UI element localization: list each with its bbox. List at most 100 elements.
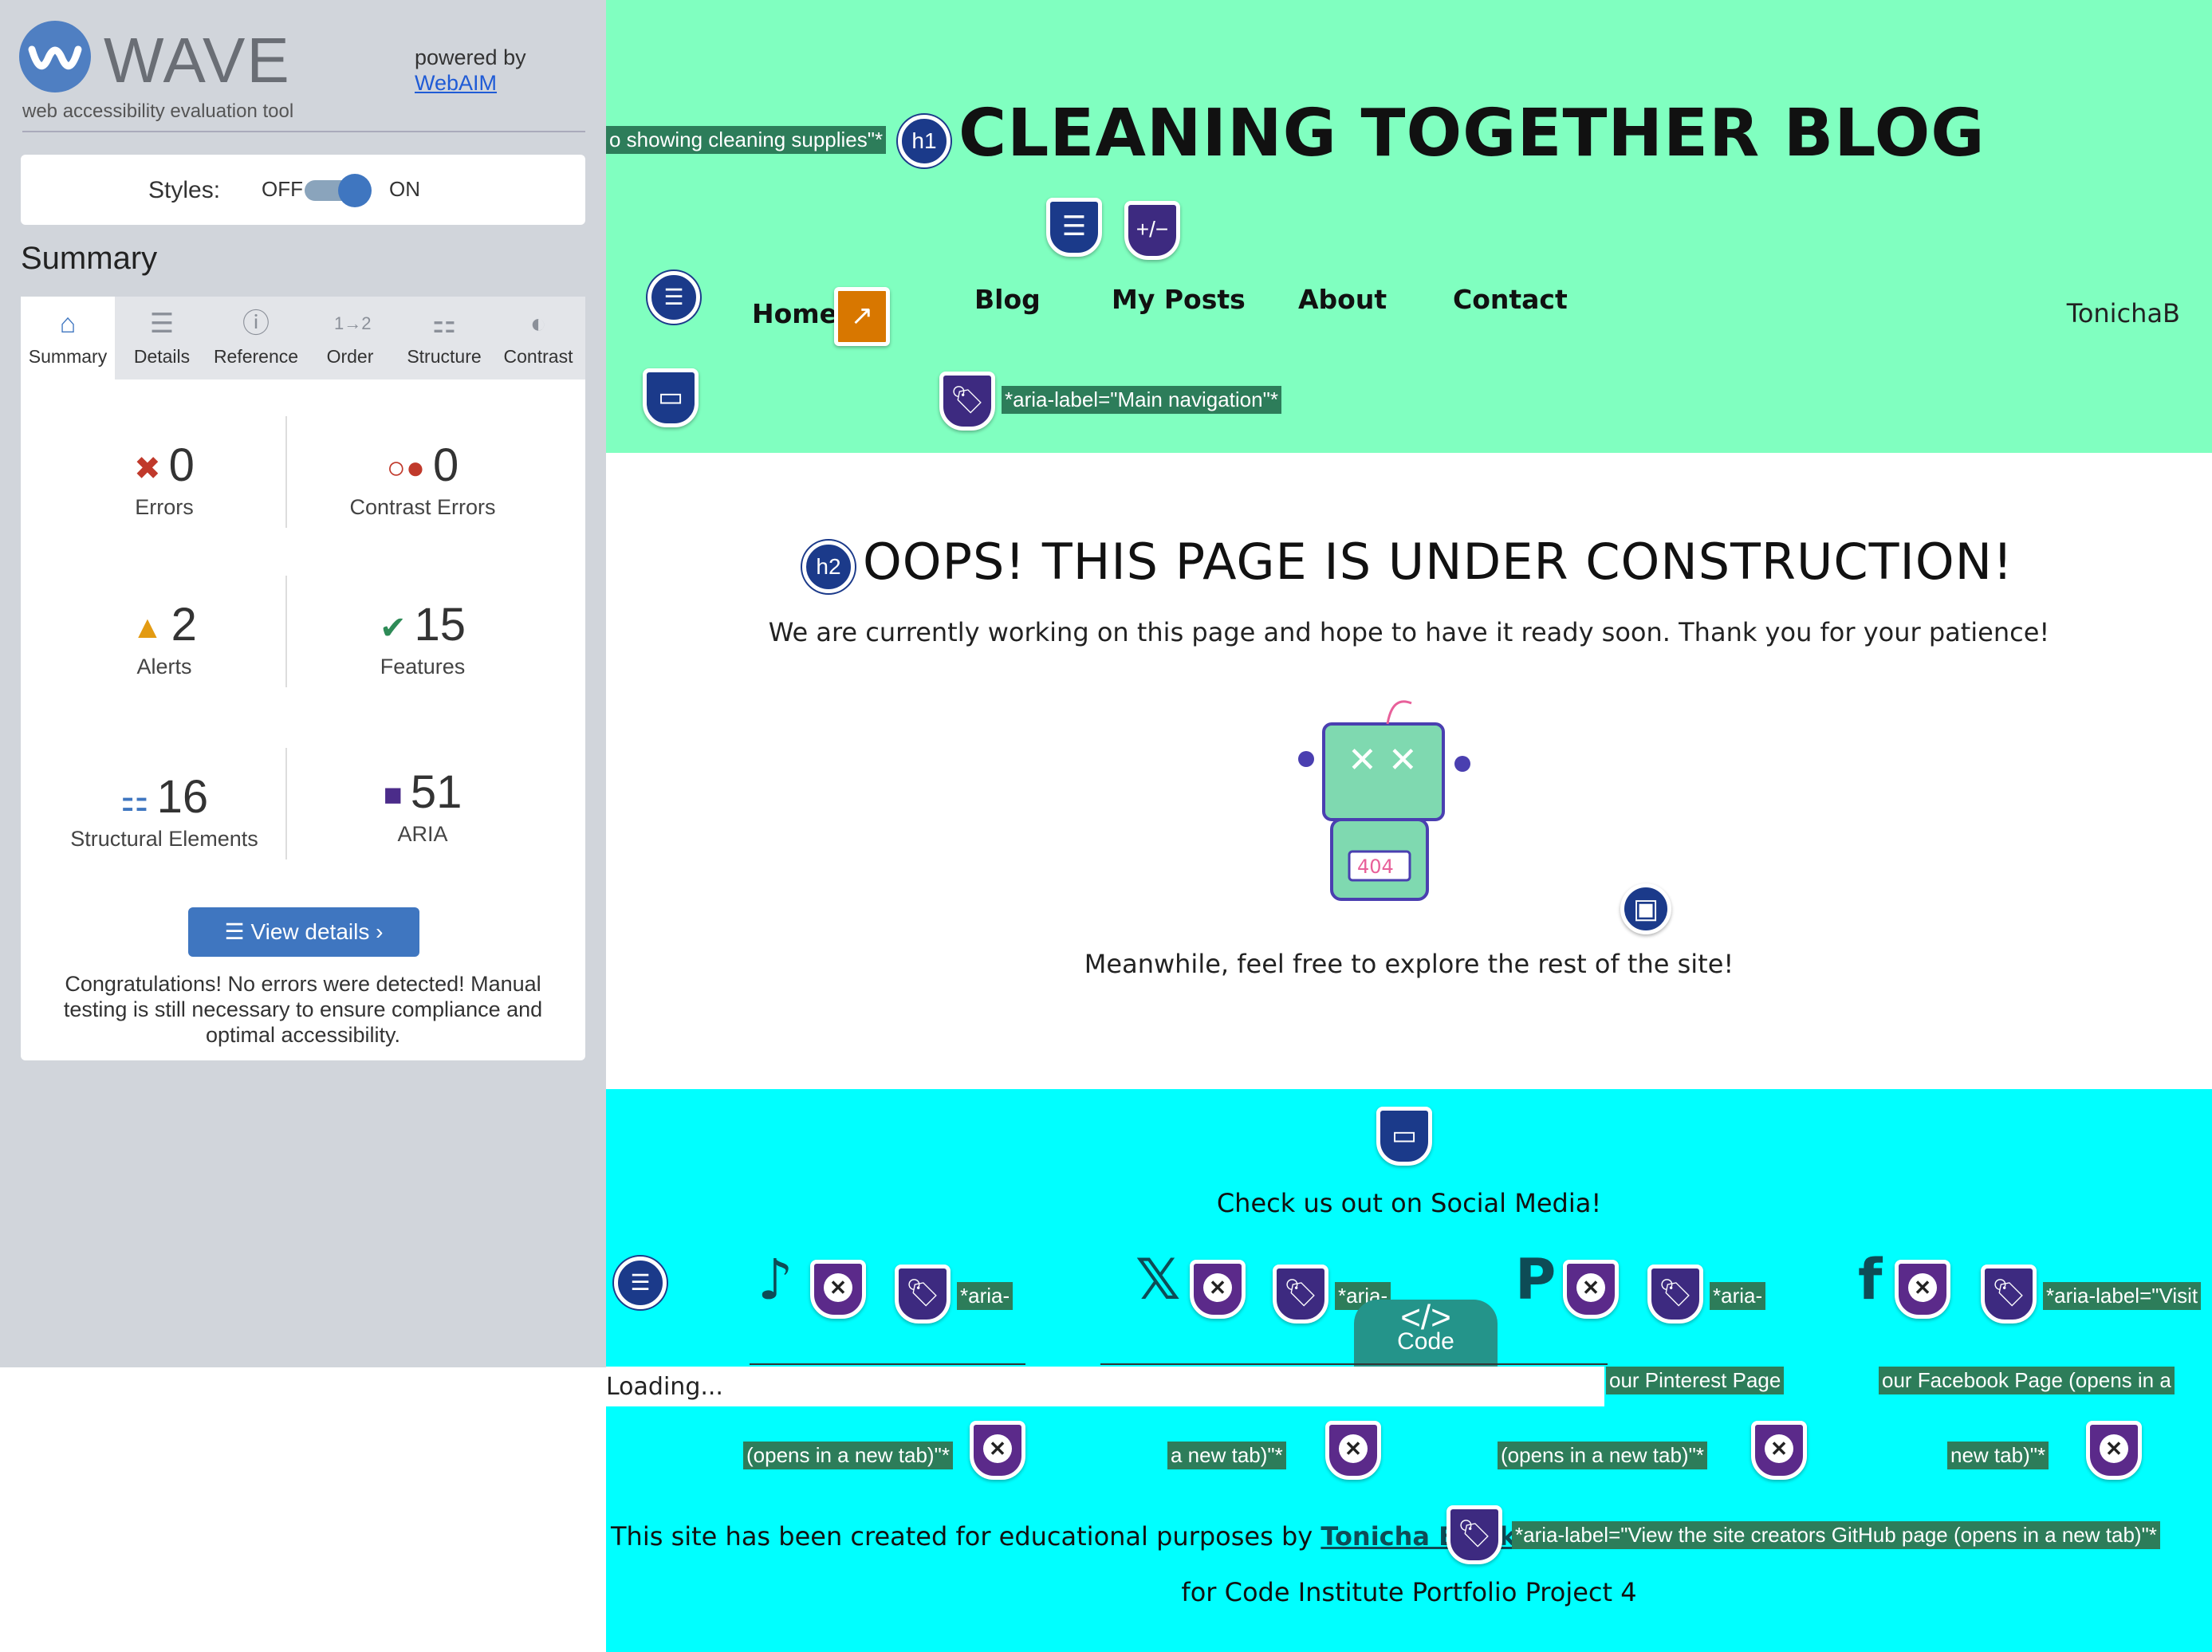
tab-details[interactable]: ☰ Details: [115, 297, 209, 380]
nav-contact[interactable]: Contact: [1453, 284, 1568, 315]
pinterest-aria-end: (opens in a new tab)"*: [1498, 1442, 1707, 1469]
toggle-knob[interactable]: [338, 174, 372, 207]
nav-about[interactable]: About: [1298, 284, 1387, 315]
aria-cube-icon: ■: [383, 777, 403, 813]
aria-label-tag-icon[interactable]: 🏷: [1446, 1505, 1502, 1564]
header-structure-icon[interactable]: ☰: [1046, 198, 1102, 257]
h2-badge-icon[interactable]: h2: [802, 541, 855, 593]
aria-label-tag-icon[interactable]: 🏷: [1647, 1265, 1703, 1324]
x-twitter-icon[interactable]: 𝕏: [1136, 1247, 1180, 1312]
empty-link-error-icon[interactable]: [810, 1260, 866, 1319]
nav-region-icon[interactable]: ▭: [643, 368, 699, 427]
structure-icon: ⚏: [431, 309, 457, 339]
tab-contrast[interactable]: ◐ Contrast: [491, 297, 585, 380]
redundant-link-alert-icon[interactable]: ↗: [834, 287, 890, 346]
credit-suffix: for Code Institute Portfolio Project 4: [1181, 1577, 1637, 1607]
image-region-icon[interactable]: ▣: [1620, 883, 1671, 934]
aria-label-tag-icon[interactable]: 🏷: [939, 372, 995, 431]
facebook-aria-end: new tab)"*: [1947, 1442, 2049, 1469]
aria-label-tag-icon[interactable]: 🏷: [1981, 1265, 2037, 1324]
stat-divider: [285, 748, 287, 859]
feature-check-icon: ✔: [379, 610, 407, 646]
robot-code: 404: [1357, 856, 1394, 878]
tab-structure[interactable]: ⚏ Structure: [397, 297, 491, 380]
webaim-link[interactable]: WebAIM: [415, 70, 526, 96]
aria-expanded-icon[interactable]: +/−: [1124, 201, 1180, 260]
stat-aria[interactable]: ■ 51 ARIA: [303, 765, 542, 847]
credit-text: This site has been created for education…: [611, 1521, 1575, 1552]
facebook-icon[interactable]: f: [1858, 1247, 1882, 1312]
link-underline: [1100, 1363, 1608, 1365]
wave-tagline: web accessibility evaluation tool: [22, 100, 294, 122]
aria-label-tag-icon[interactable]: 🏷: [895, 1265, 951, 1324]
loading-text: Loading...: [606, 1373, 723, 1401]
empty-link-error-icon[interactable]: [2086, 1421, 2142, 1480]
styles-label: Styles:: [148, 177, 221, 203]
tab-order[interactable]: 1→2 Order: [303, 297, 397, 380]
nav-home[interactable]: Home: [752, 298, 837, 329]
stat-divider: [285, 416, 287, 528]
aria-label-tag-icon[interactable]: 🏷: [1273, 1265, 1328, 1324]
page-title: CLEANING TOGETHER BLOG: [958, 96, 1986, 171]
empty-link-error-icon[interactable]: [1325, 1421, 1381, 1480]
h1-badge-icon[interactable]: h1: [898, 115, 951, 167]
list-badge-icon[interactable]: ☰: [614, 1257, 667, 1309]
contrast-icon: ◐: [529, 309, 547, 339]
congrats-message: Congratulations! No errors were detected…: [63, 972, 543, 1047]
code-tab[interactable]: </> Code: [1354, 1300, 1498, 1371]
empty-link-error-icon[interactable]: [1563, 1260, 1619, 1319]
divider: [22, 131, 585, 132]
list-icon: ☰: [224, 919, 251, 944]
tab-summary[interactable]: ⌂ Summary: [21, 297, 115, 380]
alert-icon: ▲: [132, 610, 163, 646]
intro-text: We are currently working on this page an…: [768, 617, 2050, 647]
username: TonichaB: [2066, 298, 2180, 328]
nav-aria-label: *aria-label="Main navigation"*: [1002, 386, 1281, 414]
facebook-aria-label: *aria-label="Visit: [2043, 1282, 2202, 1310]
x-aria-end: a new tab)"*: [1167, 1442, 1286, 1469]
info-icon: ⓘ: [242, 309, 270, 339]
stat-divider: [285, 576, 287, 687]
list-badge-icon[interactable]: ☰: [647, 271, 700, 324]
nav-my-posts[interactable]: My Posts: [1112, 284, 1246, 315]
explore-text: Meanwhile, feel free to explore the rest…: [1084, 949, 1734, 979]
tiktok-aria-label: *aria-: [957, 1282, 1014, 1310]
tiktok-aria-end: (opens in a new tab)"*: [743, 1442, 953, 1469]
structure-icon: ⚏: [120, 782, 149, 818]
code-icon: </>: [1400, 1298, 1451, 1337]
styles-on-label: ON: [389, 177, 420, 201]
stat-alerts[interactable]: ▲ 2 Alerts: [45, 598, 284, 679]
pinterest-icon[interactable]: P: [1515, 1247, 1556, 1312]
contrast-error-icon: ○●: [386, 450, 426, 486]
empty-link-error-icon[interactable]: [1751, 1421, 1807, 1480]
svg-text:✕ ✕: ✕ ✕: [1348, 740, 1418, 781]
stat-features[interactable]: ✔ 15 Features: [303, 598, 542, 679]
loading-bar: Loading...: [606, 1367, 1604, 1406]
facebook-aria-cont: our Facebook Page (opens in a: [1879, 1367, 2175, 1394]
empty-link-error-icon[interactable]: [970, 1421, 1025, 1480]
robot-404-image: ✕ ✕ 404: [1298, 700, 1470, 901]
styles-toggle[interactable]: [305, 174, 372, 207]
empty-link-error-icon[interactable]: [1190, 1260, 1246, 1319]
wave-logo-text: WAVE: [104, 25, 291, 96]
view-details-button[interactable]: ☰ View details ›: [188, 907, 419, 957]
styles-toggle-box: Styles: OFF ON: [21, 155, 585, 225]
stat-errors[interactable]: ✖ 0 Errors: [45, 439, 284, 520]
footer-region-icon[interactable]: ▭: [1376, 1107, 1432, 1166]
tab-reference[interactable]: ⓘ Reference: [209, 297, 303, 380]
list-icon: ☰: [149, 309, 175, 339]
alt-text-label: o showing cleaning supplies"*: [606, 126, 887, 154]
empty-link-error-icon[interactable]: [1895, 1260, 1950, 1319]
home-icon: ⌂: [59, 309, 77, 339]
social-heading: Check us out on Social Media!: [1216, 1188, 1602, 1218]
nav-blog[interactable]: Blog: [974, 284, 1041, 315]
link-underline: [750, 1363, 1025, 1365]
pinterest-aria-label: *aria-: [1710, 1282, 1766, 1310]
site-header: o showing cleaning supplies"* h1 CLEANIN…: [606, 0, 2212, 453]
tiktok-icon[interactable]: ♪: [758, 1247, 793, 1312]
order-icon: 1→2: [334, 313, 372, 333]
stat-structural[interactable]: ⚏ 16 Structural Elements: [45, 770, 284, 852]
stat-contrast-errors[interactable]: ○● 0 Contrast Errors: [303, 439, 542, 520]
powered-by: powered by WebAIM: [415, 45, 526, 96]
wave-sidebar: WAVE web accessibility evaluation tool p…: [0, 0, 606, 1367]
